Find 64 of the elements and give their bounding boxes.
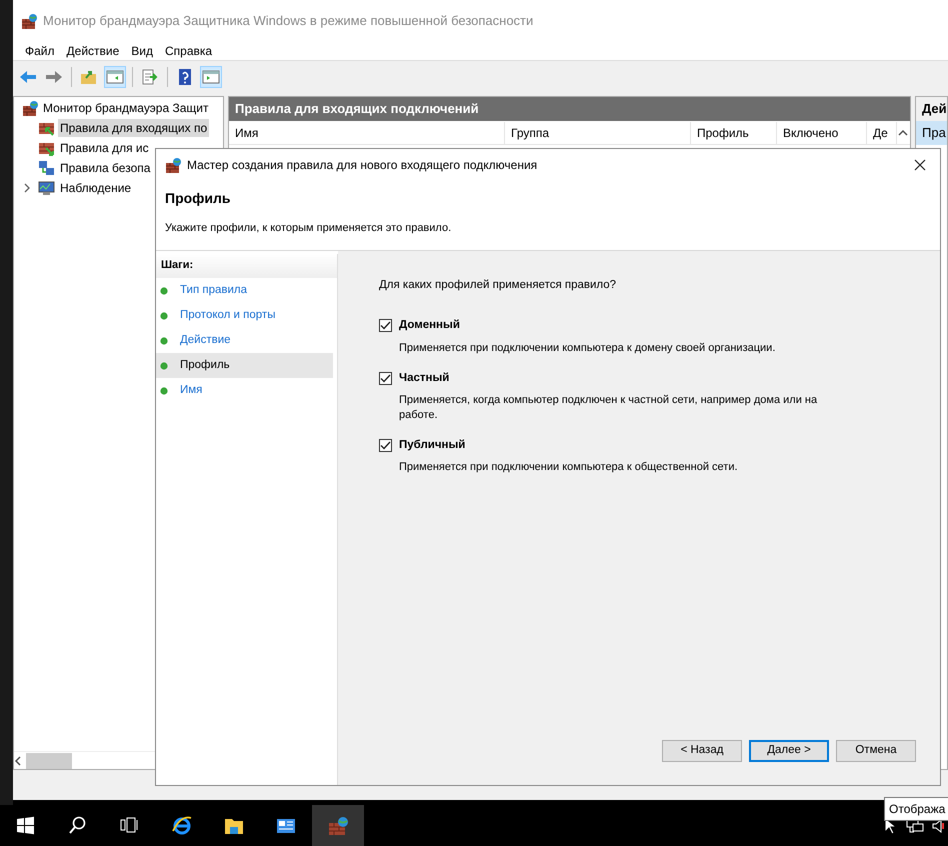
tree-item[interactable]: Наблюдение [58, 179, 134, 197]
option-description: Применяется при подключении компьютера к общественной сети. [399, 460, 739, 475]
tree-item[interactable]: Правила для входящих по [58, 119, 210, 137]
wizard-button[interactable]: Далее > [749, 740, 829, 762]
checkbox-label: Частный [399, 370, 450, 386]
column-header[interactable]: Включено [777, 122, 867, 144]
column-header[interactable]: Профиль [691, 122, 777, 144]
dialog-title: Мастер создания правила для нового входящего подключения [187, 157, 538, 174]
checkbox-label: Публичный [399, 438, 466, 453]
export-list-icon[interactable] [141, 68, 159, 84]
tree-item[interactable]: Монитор брандмауэра Защит [41, 99, 210, 117]
help-icon[interactable] [176, 68, 194, 84]
menu-item[interactable]: Файл [19, 42, 61, 60]
computers-icon [38, 160, 55, 176]
panel-icon[interactable] [202, 68, 220, 84]
tree-item[interactable]: Правила безопа [58, 159, 152, 177]
column-header[interactable]: Группа [505, 122, 691, 144]
pane-header: Дей [916, 97, 947, 121]
browser-icon[interactable] [171, 814, 193, 836]
monitor-icon [38, 180, 55, 196]
menu-item[interactable]: Вид [125, 42, 159, 60]
step-link[interactable]: Протокол и порты [180, 306, 276, 324]
scroll-left-icon[interactable] [14, 756, 22, 766]
window-title: Монитор брандмауэра Защитника Windows в режиме повышенной безопасности [43, 12, 534, 30]
menu-item[interactable]: Справка [159, 42, 218, 60]
checkbox-label: Доменный [399, 318, 460, 334]
tree-item[interactable]: Правила для ис [58, 139, 151, 157]
close-icon [914, 159, 926, 171]
checkbox[interactable] [379, 438, 392, 452]
step-link[interactable]: Тип правила [180, 282, 248, 300]
wizard-button[interactable]: < Назад [662, 740, 742, 762]
action-item[interactable]: Пра [916, 121, 947, 145]
firewall-icon [21, 13, 37, 29]
step-dot-icon [160, 286, 168, 294]
tooltip: Отобража [884, 797, 948, 821]
back-arrow-icon[interactable] [19, 68, 37, 84]
windows-logo-icon[interactable] [15, 814, 37, 836]
page-heading: Профиль [165, 189, 232, 208]
page-subtitle: Укажите профили, к которым применяется это правило. [165, 221, 452, 236]
option-description: Применяется при подключении компьютера к домену своей организации. [399, 340, 776, 356]
checkbox[interactable] [379, 372, 392, 385]
firewall-icon [165, 157, 181, 173]
question-text: Для каких профилей применяется правило? [379, 278, 618, 293]
firewall-icon[interactable] [327, 814, 349, 836]
folder-up-icon[interactable] [80, 68, 98, 84]
step-dot-icon [160, 362, 168, 370]
column-header[interactable]: Де [867, 122, 897, 144]
menu-item[interactable]: Действие [60, 42, 126, 60]
chevron-right-icon[interactable] [22, 183, 32, 193]
column-header[interactable]: Имя [229, 122, 505, 144]
firewall-icon[interactable] [22, 100, 38, 116]
step-dot-icon [160, 336, 168, 344]
scroll-thumb[interactable] [26, 752, 72, 768]
panel-icon[interactable] [106, 68, 124, 84]
pane-header: Правила для входящих подключений [229, 97, 910, 121]
forward-arrow-icon[interactable] [45, 68, 63, 84]
checkbox[interactable] [379, 319, 392, 332]
step-dot-icon [160, 312, 168, 320]
step-link[interactable]: Имя [180, 382, 202, 400]
step-dot-icon [160, 386, 168, 394]
option-description: Применяется, когда компьютер подключен к частной сети, например дома или на работе. [399, 392, 818, 423]
wizard-button[interactable]: Отмена [836, 740, 916, 762]
scroll-up-icon[interactable] [897, 128, 909, 138]
step-link[interactable]: Действие [180, 332, 231, 350]
